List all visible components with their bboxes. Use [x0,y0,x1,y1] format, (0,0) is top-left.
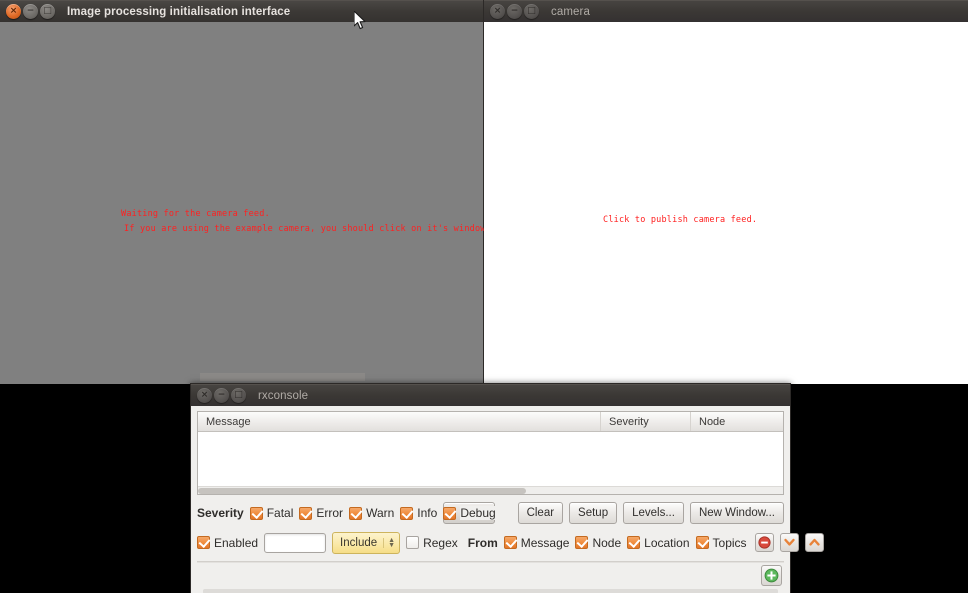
severity-label-info: Info [417,506,437,520]
source-checkbox-topics[interactable]: Topics [696,536,747,550]
titlebar-image-processing[interactable]: × − □ Image processing initialisation in… [0,0,483,22]
checkbox-icon[interactable] [627,536,640,549]
setup-button[interactable]: Setup [569,502,617,524]
checkbox-icon[interactable] [696,536,709,549]
severity-checkbox-warn[interactable]: Warn [349,506,394,520]
maximize-icon[interactable]: □ [231,388,246,403]
filter-mode-select[interactable]: Include ▲▼ [332,532,400,554]
message-table[interactable]: Message Severity Node [197,411,784,495]
checkbox-icon[interactable] [575,536,588,549]
move-down-icon[interactable] [780,533,799,552]
checkbox-icon[interactable] [406,536,419,549]
add-filter-bar [197,562,784,590]
table-header: Message Severity Node [198,412,783,432]
window-camera[interactable]: × − □ camera Click to publish camera fee… [484,0,968,384]
filter-enabled-checkbox[interactable]: Enabled [197,536,258,550]
close-icon[interactable]: × [490,4,505,19]
source-checkbox-location[interactable]: Location [627,536,689,550]
titlebar-rxconsole[interactable]: × − □ rxconsole [191,384,790,406]
filter-enabled-label: Enabled [214,536,258,550]
status-line-1: Waiting for the camera feed. [121,209,270,219]
severity-label-fatal: Fatal [267,506,294,520]
remove-filter-icon[interactable] [755,533,774,552]
camera-hint-text: Click to publish camera feed. [603,215,757,225]
camera-canvas[interactable]: Click to publish camera feed. [484,22,968,384]
column-header-message[interactable]: Message [198,412,601,431]
close-icon[interactable]: × [6,4,21,19]
minimize-icon[interactable]: − [214,388,229,403]
severity-label-warn: Warn [366,506,394,520]
scrollbar-thumb[interactable] [198,488,526,494]
window-image-processing[interactable]: × − □ Image processing initialisation in… [0,0,484,384]
spinner-arrows-icon[interactable]: ▲▼ [383,538,395,548]
filter-mode-value: Include [340,537,377,549]
minimize-icon[interactable]: − [23,4,38,19]
checkbox-icon[interactable] [250,507,263,520]
source-label-node: Node [592,536,621,550]
from-label: From [468,536,498,550]
bottom-rail [203,589,778,593]
source-checkbox-message[interactable]: Message [504,536,570,550]
severity-checkbox-fatal[interactable]: Fatal [250,506,294,520]
message-filter-row: Enabled Include ▲▼ Regex From Message [197,528,784,557]
checkbox-icon[interactable] [349,507,362,520]
checkbox-icon[interactable] [197,536,210,549]
source-label-location: Location [644,536,689,550]
maximize-icon[interactable]: □ [524,4,539,19]
severity-filter-row: Severity Fatal Error Warn Info [197,499,784,528]
table-body-empty[interactable] [198,432,783,486]
source-checkbox-node[interactable]: Node [575,536,621,550]
filter-regex-checkbox[interactable]: Regex [406,536,458,550]
move-up-icon[interactable] [805,533,824,552]
status-line-2: If you are using the example camera, you… [124,224,486,234]
mouse-cursor [354,11,368,31]
window-title-image-processing: Image processing initialisation interfac… [67,6,290,18]
clear-button[interactable]: Clear [518,502,563,524]
filter-text-input[interactable] [264,533,326,553]
window-controls: × − □ [6,4,55,19]
window-controls: × − □ [197,388,246,403]
new-window-button[interactable]: New Window... [690,502,784,524]
checkbox-icon[interactable] [299,507,312,520]
window-controls: × − □ [490,4,539,19]
window-rxconsole[interactable]: × − □ rxconsole Message Severity Node [190,383,791,593]
severity-label-error: Error [316,506,343,520]
checkbox-icon[interactable] [504,536,517,549]
desktop: × − □ Image processing initialisation in… [0,0,968,593]
source-label-message: Message [521,536,570,550]
rxconsole-body: Message Severity Node Severity Fatal [191,406,790,593]
severity-label: Severity [197,506,244,520]
close-icon[interactable]: × [197,388,212,403]
maximize-icon[interactable]: □ [40,4,55,19]
titlebar-camera[interactable]: × − □ camera [484,0,968,22]
checkbox-icon[interactable] [443,507,456,520]
severity-label-debug: Debug [460,506,495,520]
occluded-window-titlebar[interactable] [200,373,365,381]
severity-checkbox-error[interactable]: Error [299,506,343,520]
minimize-icon[interactable]: − [507,4,522,19]
filter-regex-label: Regex [423,536,458,550]
levels-button[interactable]: Levels... [623,502,684,524]
column-header-node[interactable]: Node [691,412,783,431]
checkbox-icon[interactable] [400,507,413,520]
severity-checkbox-info[interactable]: Info [400,506,437,520]
column-header-severity[interactable]: Severity [601,412,691,431]
table-horizontal-scrollbar[interactable] [198,486,783,494]
source-label-topics: Topics [713,536,747,550]
window-title-rxconsole: rxconsole [258,390,308,402]
image-processing-canvas[interactable]: Waiting for the camera feed. If you are … [0,22,483,384]
add-filter-button[interactable] [761,565,782,586]
window-title-camera: camera [551,6,590,18]
severity-checkbox-debug[interactable]: Debug [443,506,495,520]
